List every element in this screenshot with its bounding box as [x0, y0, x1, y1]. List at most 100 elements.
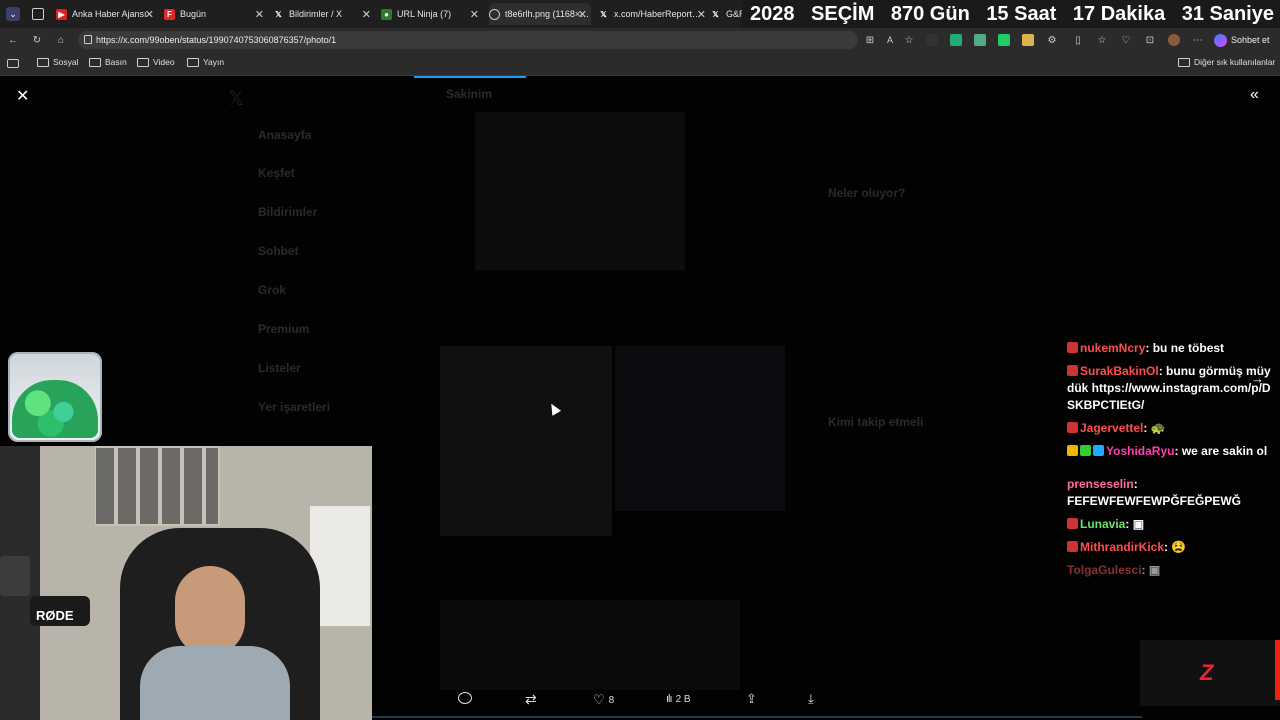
- read-aloud-icon[interactable]: A: [884, 34, 896, 46]
- chat-username: Jagervettel: [1080, 421, 1144, 435]
- player-progress: [372, 716, 1142, 718]
- countdown-seconds: 31 Saniye: [1181, 2, 1274, 25]
- folder-icon: [1178, 57, 1190, 67]
- badge-icon: [1067, 342, 1078, 353]
- webcam-feed: RØDE: [0, 446, 372, 720]
- chat-text: FEFEWFEWFEWPĞFEĞPEWĞ: [1067, 494, 1241, 508]
- dim-media-left: [440, 346, 612, 536]
- badge-icon: [1067, 541, 1078, 552]
- loading-bar: [414, 76, 526, 78]
- url-text: https://x.com/99oben/status/199074075306…: [96, 35, 337, 45]
- close-icon[interactable]: ✕: [255, 8, 264, 21]
- back-icon[interactable]: ←: [7, 34, 19, 46]
- more-menu-icon[interactable]: ⋯: [1192, 34, 1204, 46]
- tab-bugun[interactable]: F Bugün ✕: [164, 3, 268, 25]
- chat-username: TolgaGulesci: [1067, 563, 1142, 577]
- repost-icon[interactable]: ⇄: [525, 691, 537, 708]
- close-viewer-icon[interactable]: ✕: [16, 86, 29, 106]
- settings-icon[interactable]: ⚙: [1046, 34, 1058, 46]
- nav-chat: Sohbet: [258, 244, 299, 258]
- chat-username: SurakBakinOl: [1080, 364, 1159, 378]
- apps-icon[interactable]: ⊞: [864, 34, 876, 46]
- election-countdown-overlay: 2028 SEÇİM 870 Gün 15 Saat 17 Dakika 31 …: [742, 0, 1280, 28]
- chat-message: nukemNcry: bu ne töbest: [1067, 340, 1275, 357]
- tab-bildirimler[interactable]: 𝕏 Bildirimler / X ✕: [273, 3, 375, 25]
- like-count: 8: [608, 694, 615, 706]
- nav-notifications: Bildirimler: [258, 205, 318, 219]
- extension-icon[interactable]: [998, 34, 1010, 46]
- folder-icon: [187, 57, 199, 67]
- expand-panel-icon[interactable]: «: [1250, 86, 1259, 104]
- download-icon[interactable]: ⤓: [808, 691, 814, 707]
- favorite-star-icon[interactable]: ☆: [903, 34, 915, 46]
- extension-icon[interactable]: [926, 34, 938, 46]
- chat-text: 🐢: [1150, 421, 1166, 435]
- countdown-year: 2028: [750, 2, 795, 25]
- countdown-days: 870 Gün: [890, 2, 970, 25]
- chat-username: YoshidaRyu: [1106, 444, 1175, 458]
- tab-menu-button[interactable]: ⌄: [6, 7, 20, 21]
- close-icon[interactable]: ✕: [578, 8, 587, 21]
- sidebar-toggle-icon[interactable]: [7, 59, 19, 68]
- dim-media-right: [615, 346, 785, 511]
- tab-haberreport[interactable]: 𝕏x.com/HaberReport… ✕: [598, 3, 710, 25]
- bookmark-sosyal[interactable]: Sosyal: [37, 57, 79, 67]
- dim-media-bottom: [440, 600, 740, 690]
- workspaces-icon[interactable]: [32, 8, 44, 20]
- close-icon[interactable]: ✕: [697, 8, 706, 21]
- nav-lists: Listeler: [258, 361, 301, 375]
- views-button[interactable]: ılı 2 B: [666, 693, 691, 705]
- view-count: 2 B: [675, 693, 691, 705]
- chat-username: nukemNcry: [1080, 341, 1146, 355]
- mic-brand-label: RØDE: [36, 608, 74, 623]
- other-bookmarks[interactable]: Diğer sık kullanılanlar: [1178, 57, 1275, 67]
- browser-essentials-icon[interactable]: ♡: [1120, 34, 1132, 46]
- like-button[interactable]: ♡ 8: [593, 692, 614, 708]
- collections-icon[interactable]: ⊡: [1144, 34, 1156, 46]
- next-arrow-icon[interactable]: →: [1251, 371, 1264, 386]
- x-icon: 𝕏: [600, 9, 607, 19]
- badge-icon: [1067, 422, 1078, 433]
- profile-avatar[interactable]: [1168, 34, 1180, 46]
- copilot-icon: [1214, 33, 1227, 47]
- tab-gr[interactable]: 𝕏 G&R: [710, 3, 744, 25]
- streamer: [175, 566, 245, 656]
- split-screen-icon[interactable]: ▯: [1072, 34, 1084, 46]
- extension-icon[interactable]: [950, 34, 962, 46]
- heart-icon: ♡: [593, 692, 605, 707]
- nav-grok: Grok: [258, 283, 287, 297]
- countdown-title: SEÇİM: [811, 2, 875, 25]
- analytics-icon: ılı: [666, 693, 672, 705]
- favorites-icon[interactable]: ☆: [1096, 34, 1108, 46]
- bookmark-video[interactable]: Video: [137, 57, 175, 67]
- extension-icon[interactable]: [1022, 34, 1034, 46]
- chat-username: Lunavia: [1080, 517, 1126, 531]
- tweet-header-title: Sakinim: [446, 87, 493, 101]
- reply-icon[interactable]: [458, 692, 472, 704]
- folder-icon: [37, 57, 49, 67]
- tab-anka[interactable]: ▶ Anka Haber Ajansı ✕: [56, 3, 158, 25]
- chat-text: bu ne töbest: [1152, 341, 1225, 355]
- tab-image[interactable]: t8e6rlh.png (1168×… ✕: [489, 3, 591, 25]
- bookmark-basin[interactable]: Basın: [89, 57, 127, 67]
- crown-badge-icon: [1067, 445, 1078, 456]
- flipboard-icon: F: [164, 8, 175, 20]
- nav-premium: Premium: [258, 322, 310, 336]
- tab-url-ninja[interactable]: ● URL Ninja (7) ✕: [381, 3, 483, 25]
- bookmark-yayin[interactable]: Yayın: [187, 57, 224, 67]
- home-icon[interactable]: ⌂: [55, 34, 67, 46]
- close-icon[interactable]: ✕: [470, 8, 479, 21]
- youtube-icon: ▶: [56, 8, 67, 20]
- red-edge-bar: [1275, 640, 1280, 700]
- close-icon[interactable]: ✕: [362, 8, 371, 21]
- stream-chat: nukemNcry: bu ne töbest SurakBakinOl: bu…: [1067, 340, 1275, 585]
- share-icon[interactable]: ⇪: [746, 691, 757, 707]
- reload-icon[interactable]: ↻: [31, 34, 43, 46]
- chat-message: SurakBakinOl: bunu görmüş müydük https:/…: [1067, 364, 1271, 412]
- copilot-chat-button[interactable]: Sohbet et: [1214, 31, 1276, 49]
- address-field[interactable]: https://x.com/99oben/status/199074075306…: [78, 31, 858, 49]
- x-icon: 𝕏: [712, 9, 719, 19]
- chat-text: ▣: [1132, 517, 1145, 531]
- extension-icon[interactable]: [974, 34, 986, 46]
- close-icon[interactable]: ✕: [145, 8, 154, 21]
